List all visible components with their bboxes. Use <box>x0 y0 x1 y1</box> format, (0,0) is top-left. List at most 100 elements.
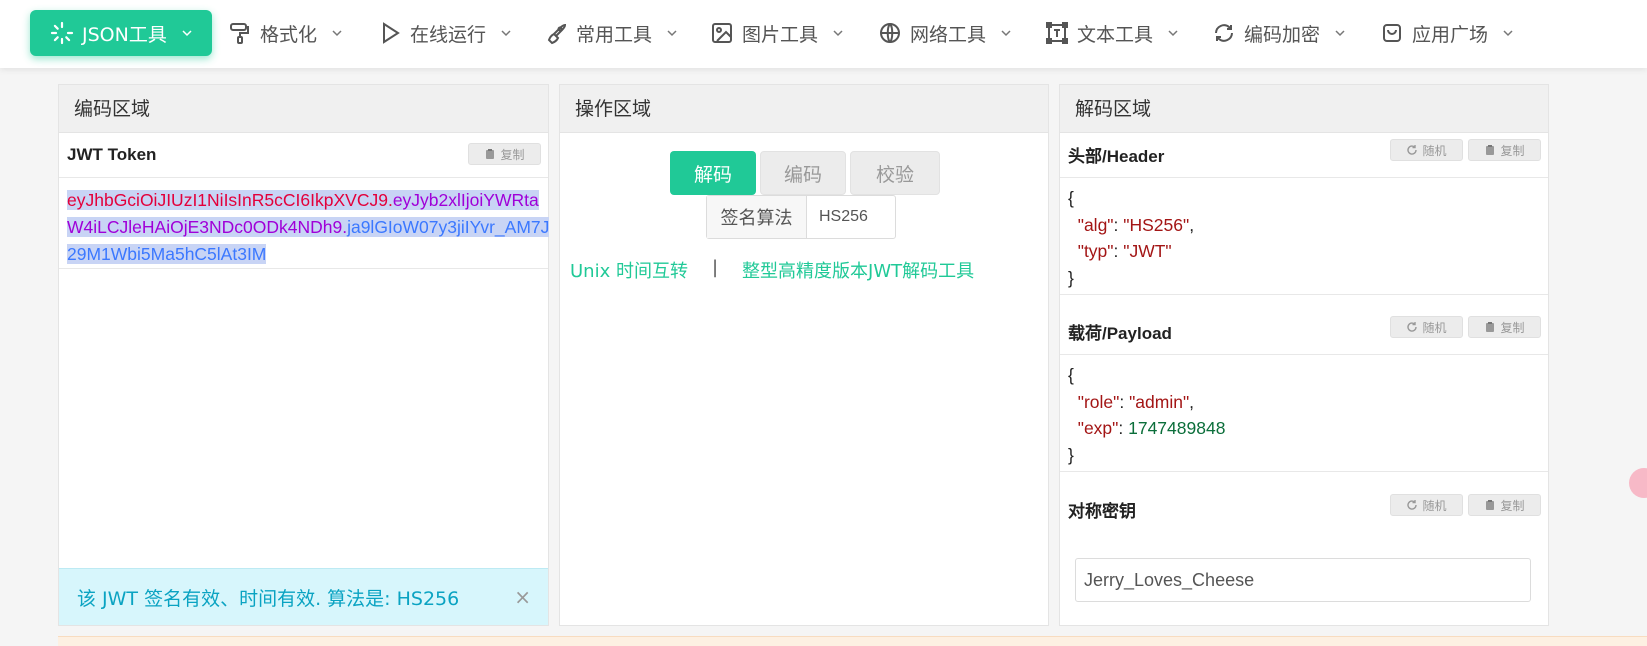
validation-alert: 该 JWT 签名有效、时间有效. 算法是: HS256 × <box>59 568 548 625</box>
secret-label: 对称密钥 <box>1068 502 1136 521</box>
nav-encode-encrypt[interactable]: 编码加密 <box>1212 10 1346 56</box>
clipboard-icon <box>486 149 495 159</box>
nav-network-tools[interactable]: 网络工具 <box>878 10 1012 56</box>
nav-common-tools[interactable]: 常用工具 <box>544 10 678 56</box>
header-label: 头部/Header <box>1068 147 1165 166</box>
chevron-down-icon <box>1001 30 1011 37</box>
json-brace: { <box>1068 365 1074 385</box>
bigint-jwt-link[interactable]: 整型高精度版本JWT解码工具 <box>742 257 974 283</box>
nav-run-online[interactable]: 在线运行 <box>378 10 512 56</box>
tab-encode[interactable]: 编码 <box>760 151 846 195</box>
payload-json[interactable]: { "role": "admin", "exp": 1747489848 } <box>1068 362 1225 468</box>
json-value: "JWT" <box>1123 241 1172 261</box>
nav-label: 格式化 <box>260 23 318 46</box>
decode-panel-title: 解码区域 <box>1060 85 1548 133</box>
nav-format[interactable]: 格式化 <box>228 10 343 56</box>
globe-icon <box>880 23 900 43</box>
chevron-down-icon <box>667 30 677 37</box>
nav-app-plaza[interactable]: 应用广场 <box>1380 10 1514 56</box>
algorithm-value[interactable]: HS256 <box>807 196 895 238</box>
clipboard-icon <box>1486 145 1495 155</box>
divider <box>1060 294 1548 295</box>
divider <box>59 177 548 178</box>
chevron-down-icon <box>182 30 192 37</box>
unix-time-link[interactable]: Unix 时间互转 <box>570 257 688 283</box>
encode-panel-title: 编码区域 <box>59 85 548 133</box>
json-value: "HS256" <box>1123 214 1190 235</box>
json-brace: } <box>1068 444 1074 465</box>
copy-label: 复制 <box>1500 498 1525 513</box>
header-json[interactable]: { "alg": "HS256", "typ": "JWT" } <box>1068 185 1194 291</box>
random-payload-button[interactable]: 随机 <box>1390 316 1463 338</box>
floating-widget[interactable] <box>1629 468 1647 498</box>
json-key: "alg" <box>1077 214 1114 235</box>
tool-links: Unix 时间互转 | 整型高精度版本JWT解码工具 <box>570 257 974 283</box>
nav-label: JSON工具 <box>82 23 167 46</box>
chevron-down-icon <box>1503 30 1513 37</box>
nav-label: 应用广场 <box>1412 23 1489 46</box>
copy-secret-button[interactable]: 复制 <box>1468 494 1541 516</box>
image-icon <box>712 23 732 43</box>
chevron-down-icon <box>833 30 843 37</box>
json-key: "typ" <box>1077 241 1114 261</box>
copy-token-button[interactable]: 复制 <box>468 143 541 165</box>
divider <box>1060 177 1548 178</box>
encode-panel: 编码区域 JWT Token 复制 eyJhbGciOiJIUzI1NiIsIn… <box>58 84 552 626</box>
decode-panel: 解码区域 头部/Header 随机 复制 { "alg": "HS256", "… <box>1059 84 1549 626</box>
token-header-part: eyJhbGciOiJIUzI1NiIsInR5cCI6IkpXVCJ9. <box>67 190 393 210</box>
random-label: 随机 <box>1422 320 1447 335</box>
link-separator: | <box>711 257 719 278</box>
sparkle-icon <box>50 21 74 45</box>
copy-label: 复制 <box>1500 143 1525 158</box>
alert-text: 该 JWT 签名有效、时间有效. 算法是: HS256 <box>77 587 460 610</box>
copy-header-button[interactable]: 复制 <box>1468 139 1541 161</box>
copy-label: 复制 <box>500 147 525 162</box>
tab-decode[interactable]: 解码 <box>670 151 756 195</box>
jwt-token-label: JWT Token <box>67 145 157 164</box>
copy-payload-button[interactable]: 复制 <box>1468 316 1541 338</box>
nav-image-tools[interactable]: 图片工具 <box>710 10 844 56</box>
chevron-down-icon <box>332 30 342 37</box>
random-header-button[interactable]: 随机 <box>1390 139 1463 161</box>
nav-text-tools[interactable]: 文本工具 <box>1045 10 1179 56</box>
divider <box>59 268 548 269</box>
random-secret-button[interactable]: 随机 <box>1390 494 1463 516</box>
code-refresh-icon <box>1215 24 1233 42</box>
operate-panel-title: 操作区域 <box>560 85 1048 133</box>
refresh-icon <box>1407 500 1418 510</box>
json-key: "exp" <box>1077 418 1119 438</box>
chevron-down-icon <box>1335 30 1345 37</box>
random-label: 随机 <box>1422 498 1447 513</box>
clipboard-icon <box>1486 322 1495 332</box>
nav-label: 在线运行 <box>410 23 487 46</box>
divider <box>1060 354 1548 355</box>
shopping-bag-icon <box>1383 24 1401 42</box>
json-value: "admin" <box>1129 391 1190 412</box>
top-nav: JSON工具 格式化 在线运行 常用工具 图片工具 网络工具 文本工具 编码加密 <box>0 0 1647 68</box>
chevron-down-icon <box>501 30 511 37</box>
random-label: 随机 <box>1422 143 1447 158</box>
paint-roller-icon <box>230 23 249 44</box>
jwt-token-input[interactable]: eyJhbGciOiJIUzI1NiIsInR5cCI6IkpXVCJ9.eyJ… <box>67 187 552 268</box>
json-key: "role" <box>1077 391 1120 412</box>
text-frame-icon <box>1046 22 1068 44</box>
play-icon <box>383 22 400 44</box>
tab-verify[interactable]: 校验 <box>850 151 940 195</box>
close-icon[interactable]: × <box>514 585 531 609</box>
chevron-down-icon <box>1168 30 1178 37</box>
algorithm-select[interactable]: 签名算法 HS256 <box>706 195 896 239</box>
json-brace: } <box>1068 267 1074 288</box>
rocket-icon <box>547 23 567 45</box>
bottom-notice-strip <box>58 636 1647 646</box>
nav-label: 编码加密 <box>1244 23 1321 46</box>
payload-label: 载荷/Payload <box>1068 324 1172 343</box>
divider <box>1060 471 1548 472</box>
json-number: 1747489848 <box>1128 418 1226 438</box>
clipboard-icon <box>1486 500 1495 510</box>
secret-input[interactable]: Jerry_Loves_Cheese <box>1075 558 1531 602</box>
json-brace: { <box>1068 188 1074 208</box>
refresh-icon <box>1407 145 1418 155</box>
nav-json-tools[interactable]: JSON工具 <box>30 10 212 56</box>
algorithm-label: 签名算法 <box>707 196 807 238</box>
nav-label: 常用工具 <box>576 23 653 46</box>
